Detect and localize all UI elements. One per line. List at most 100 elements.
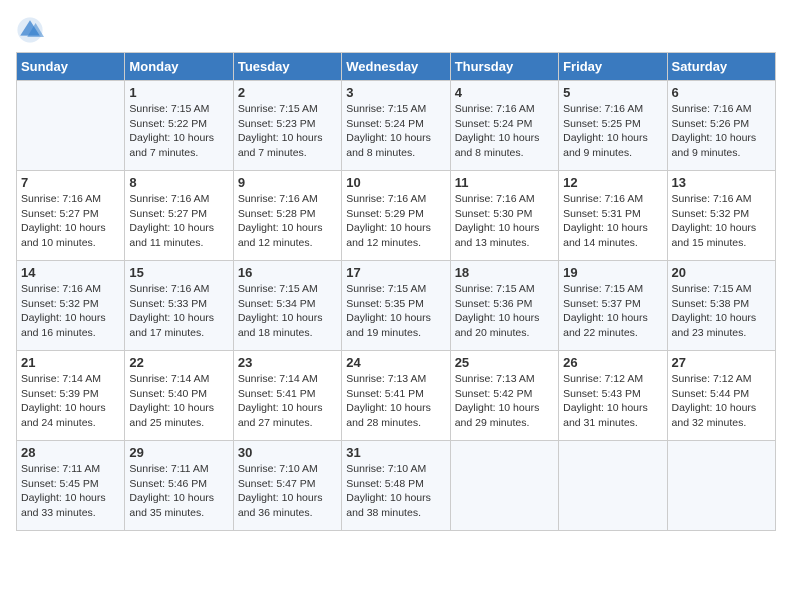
col-header-monday: Monday xyxy=(125,53,233,81)
header-row: SundayMondayTuesdayWednesdayThursdayFrid… xyxy=(17,53,776,81)
calendar-cell: 9 Sunrise: 7:16 AM Sunset: 5:28 PM Daylig… xyxy=(233,171,341,261)
day-number: 28 xyxy=(21,445,120,460)
calendar-cell: 11 Sunrise: 7:16 AM Sunset: 5:30 PM Dayli… xyxy=(450,171,558,261)
calendar-cell: 31 Sunrise: 7:10 AM Sunset: 5:48 PM Dayli… xyxy=(342,441,450,531)
cell-content: Sunrise: 7:16 AM Sunset: 5:25 PM Dayligh… xyxy=(563,102,662,161)
calendar-cell: 7Sunrise: 7:16 AM Sunset: 5:27 PM Daylig… xyxy=(17,171,125,261)
calendar-cell: 27 Sunrise: 7:12 AM Sunset: 5:44 PM Dayli… xyxy=(667,351,775,441)
calendar-cell: 16 Sunrise: 7:15 AM Sunset: 5:34 PM Dayli… xyxy=(233,261,341,351)
day-number: 22 xyxy=(129,355,228,370)
cell-content: Sunrise: 7:15 AM Sunset: 5:23 PM Dayligh… xyxy=(238,102,337,161)
day-number: 10 xyxy=(346,175,445,190)
logo-icon xyxy=(16,16,44,44)
cell-content: Sunrise: 7:16 AM Sunset: 5:26 PM Dayligh… xyxy=(672,102,771,161)
day-number: 9 xyxy=(238,175,337,190)
cell-content: Sunrise: 7:11 AM Sunset: 5:46 PM Dayligh… xyxy=(129,462,228,521)
day-number: 15 xyxy=(129,265,228,280)
cell-content: Sunrise: 7:13 AM Sunset: 5:42 PM Dayligh… xyxy=(455,372,554,431)
cell-content: Sunrise: 7:12 AM Sunset: 5:43 PM Dayligh… xyxy=(563,372,662,431)
day-number: 20 xyxy=(672,265,771,280)
calendar-cell: 25 Sunrise: 7:13 AM Sunset: 5:42 PM Dayli… xyxy=(450,351,558,441)
col-header-wednesday: Wednesday xyxy=(342,53,450,81)
calendar-cell: 13Sunrise: 7:16 AM Sunset: 5:32 PM Dayli… xyxy=(667,171,775,261)
day-number: 21 xyxy=(21,355,120,370)
day-number: 26 xyxy=(563,355,662,370)
day-number: 5 xyxy=(563,85,662,100)
cell-content: Sunrise: 7:15 AM Sunset: 5:38 PM Dayligh… xyxy=(672,282,771,341)
day-number: 24 xyxy=(346,355,445,370)
col-header-sunday: Sunday xyxy=(17,53,125,81)
day-number: 4 xyxy=(455,85,554,100)
col-header-tuesday: Tuesday xyxy=(233,53,341,81)
page-header xyxy=(16,16,776,44)
cell-content: Sunrise: 7:15 AM Sunset: 5:24 PM Dayligh… xyxy=(346,102,445,161)
calendar-cell: 4 Sunrise: 7:16 AM Sunset: 5:24 PM Daylig… xyxy=(450,81,558,171)
day-number: 2 xyxy=(238,85,337,100)
day-number: 16 xyxy=(238,265,337,280)
day-number: 23 xyxy=(238,355,337,370)
calendar-cell: 15 Sunrise: 7:16 AM Sunset: 5:33 PM Dayli… xyxy=(125,261,233,351)
day-number: 11 xyxy=(455,175,554,190)
calendar-cell: 6 Sunrise: 7:16 AM Sunset: 5:26 PM Daylig… xyxy=(667,81,775,171)
week-row-3: 14Sunrise: 7:16 AM Sunset: 5:32 PM Dayli… xyxy=(17,261,776,351)
cell-content: Sunrise: 7:12 AM Sunset: 5:44 PM Dayligh… xyxy=(672,372,771,431)
week-row-4: 21Sunrise: 7:14 AM Sunset: 5:39 PM Dayli… xyxy=(17,351,776,441)
day-number: 12 xyxy=(563,175,662,190)
day-number: 29 xyxy=(129,445,228,460)
cell-content: Sunrise: 7:15 AM Sunset: 5:22 PM Dayligh… xyxy=(129,102,228,161)
calendar-cell xyxy=(559,441,667,531)
calendar-cell: 29 Sunrise: 7:11 AM Sunset: 5:46 PM Dayli… xyxy=(125,441,233,531)
calendar-cell: 3 Sunrise: 7:15 AM Sunset: 5:24 PM Daylig… xyxy=(342,81,450,171)
cell-content: Sunrise: 7:15 AM Sunset: 5:35 PM Dayligh… xyxy=(346,282,445,341)
day-number: 1 xyxy=(129,85,228,100)
day-number: 27 xyxy=(672,355,771,370)
day-number: 19 xyxy=(563,265,662,280)
day-number: 8 xyxy=(129,175,228,190)
cell-content: Sunrise: 7:16 AM Sunset: 5:28 PM Dayligh… xyxy=(238,192,337,251)
cell-content: Sunrise: 7:16 AM Sunset: 5:30 PM Dayligh… xyxy=(455,192,554,251)
cell-content: Sunrise: 7:15 AM Sunset: 5:36 PM Dayligh… xyxy=(455,282,554,341)
calendar-cell xyxy=(17,81,125,171)
calendar-cell: 5 Sunrise: 7:16 AM Sunset: 5:25 PM Daylig… xyxy=(559,81,667,171)
calendar-cell: 20 Sunrise: 7:15 AM Sunset: 5:38 PM Dayli… xyxy=(667,261,775,351)
day-number: 25 xyxy=(455,355,554,370)
calendar-cell: 14Sunrise: 7:16 AM Sunset: 5:32 PM Dayli… xyxy=(17,261,125,351)
col-header-friday: Friday xyxy=(559,53,667,81)
calendar-cell: 2 Sunrise: 7:15 AM Sunset: 5:23 PM Daylig… xyxy=(233,81,341,171)
calendar-cell: 28 Sunrise: 7:11 AM Sunset: 5:45 PM Dayli… xyxy=(17,441,125,531)
calendar-cell: 24 Sunrise: 7:13 AM Sunset: 5:41 PM Dayli… xyxy=(342,351,450,441)
logo xyxy=(16,16,48,44)
col-header-thursday: Thursday xyxy=(450,53,558,81)
day-number: 13 xyxy=(672,175,771,190)
cell-content: Sunrise: 7:10 AM Sunset: 5:48 PM Dayligh… xyxy=(346,462,445,521)
calendar-cell: 8 Sunrise: 7:16 AM Sunset: 5:27 PM Daylig… xyxy=(125,171,233,261)
day-number: 18 xyxy=(455,265,554,280)
day-number: 3 xyxy=(346,85,445,100)
cell-content: Sunrise: 7:16 AM Sunset: 5:29 PM Dayligh… xyxy=(346,192,445,251)
day-number: 17 xyxy=(346,265,445,280)
day-number: 14 xyxy=(21,265,120,280)
cell-content: Sunrise: 7:13 AM Sunset: 5:41 PM Dayligh… xyxy=(346,372,445,431)
calendar-cell: 17 Sunrise: 7:15 AM Sunset: 5:35 PM Dayli… xyxy=(342,261,450,351)
calendar-cell: 12 Sunrise: 7:16 AM Sunset: 5:31 PM Dayli… xyxy=(559,171,667,261)
calendar-cell: 10 Sunrise: 7:16 AM Sunset: 5:29 PM Dayli… xyxy=(342,171,450,261)
cell-content: Sunrise: 7:16 AM Sunset: 5:31 PM Dayligh… xyxy=(563,192,662,251)
cell-content: Sunrise: 7:16 AM Sunset: 5:24 PM Dayligh… xyxy=(455,102,554,161)
cell-content: Sunrise: 7:16 AM Sunset: 5:27 PM Dayligh… xyxy=(129,192,228,251)
calendar-cell: 26 Sunrise: 7:12 AM Sunset: 5:43 PM Dayli… xyxy=(559,351,667,441)
cell-content: Sunrise: 7:10 AM Sunset: 5:47 PM Dayligh… xyxy=(238,462,337,521)
cell-content: Sunrise: 7:15 AM Sunset: 5:37 PM Dayligh… xyxy=(563,282,662,341)
day-number: 31 xyxy=(346,445,445,460)
cell-content: Sunrise: 7:11 AM Sunset: 5:45 PM Dayligh… xyxy=(21,462,120,521)
week-row-5: 28 Sunrise: 7:11 AM Sunset: 5:45 PM Dayli… xyxy=(17,441,776,531)
calendar-cell: 18 Sunrise: 7:15 AM Sunset: 5:36 PM Dayli… xyxy=(450,261,558,351)
day-number: 6 xyxy=(672,85,771,100)
cell-content: Sunrise: 7:14 AM Sunset: 5:41 PM Dayligh… xyxy=(238,372,337,431)
cell-content: Sunrise: 7:15 AM Sunset: 5:34 PM Dayligh… xyxy=(238,282,337,341)
cell-content: Sunrise: 7:16 AM Sunset: 5:27 PM Dayligh… xyxy=(21,192,120,251)
cell-content: Sunrise: 7:16 AM Sunset: 5:33 PM Dayligh… xyxy=(129,282,228,341)
calendar-cell: 22Sunrise: 7:14 AM Sunset: 5:40 PM Dayli… xyxy=(125,351,233,441)
calendar-cell: 30Sunrise: 7:10 AM Sunset: 5:47 PM Dayli… xyxy=(233,441,341,531)
week-row-2: 7Sunrise: 7:16 AM Sunset: 5:27 PM Daylig… xyxy=(17,171,776,261)
calendar-table: SundayMondayTuesdayWednesdayThursdayFrid… xyxy=(16,52,776,531)
